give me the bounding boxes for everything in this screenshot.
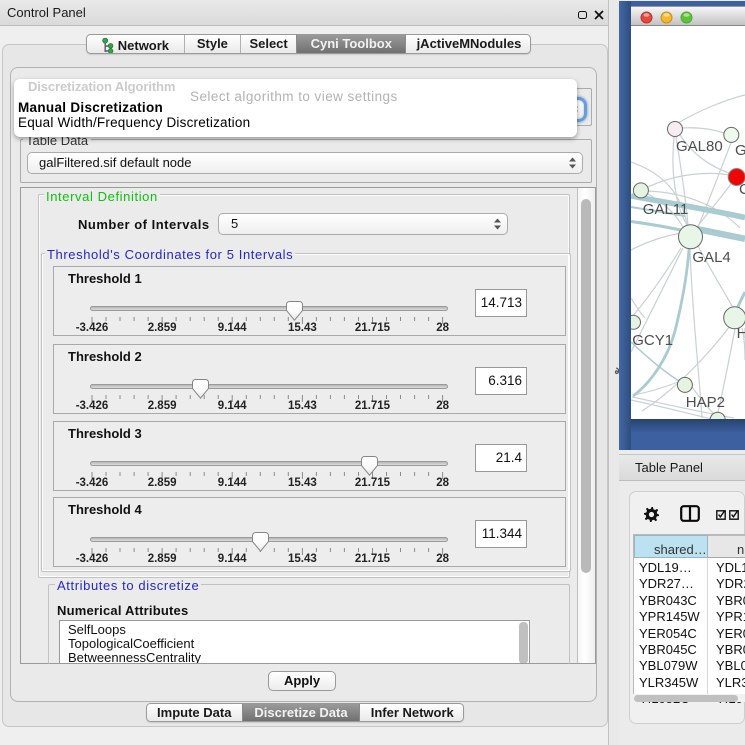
svg-text:G.: G. bbox=[735, 142, 745, 159]
svg-text:C: C bbox=[739, 181, 745, 198]
svg-text:GAL4: GAL4 bbox=[692, 249, 730, 266]
svg-text:GAL11: GAL11 bbox=[643, 201, 689, 218]
svg-text:GCY1: GCY1 bbox=[632, 332, 673, 349]
svg-text:H: H bbox=[737, 325, 745, 342]
svg-text:HAP2: HAP2 bbox=[686, 394, 725, 411]
svg-text:GAL80: GAL80 bbox=[676, 138, 723, 155]
